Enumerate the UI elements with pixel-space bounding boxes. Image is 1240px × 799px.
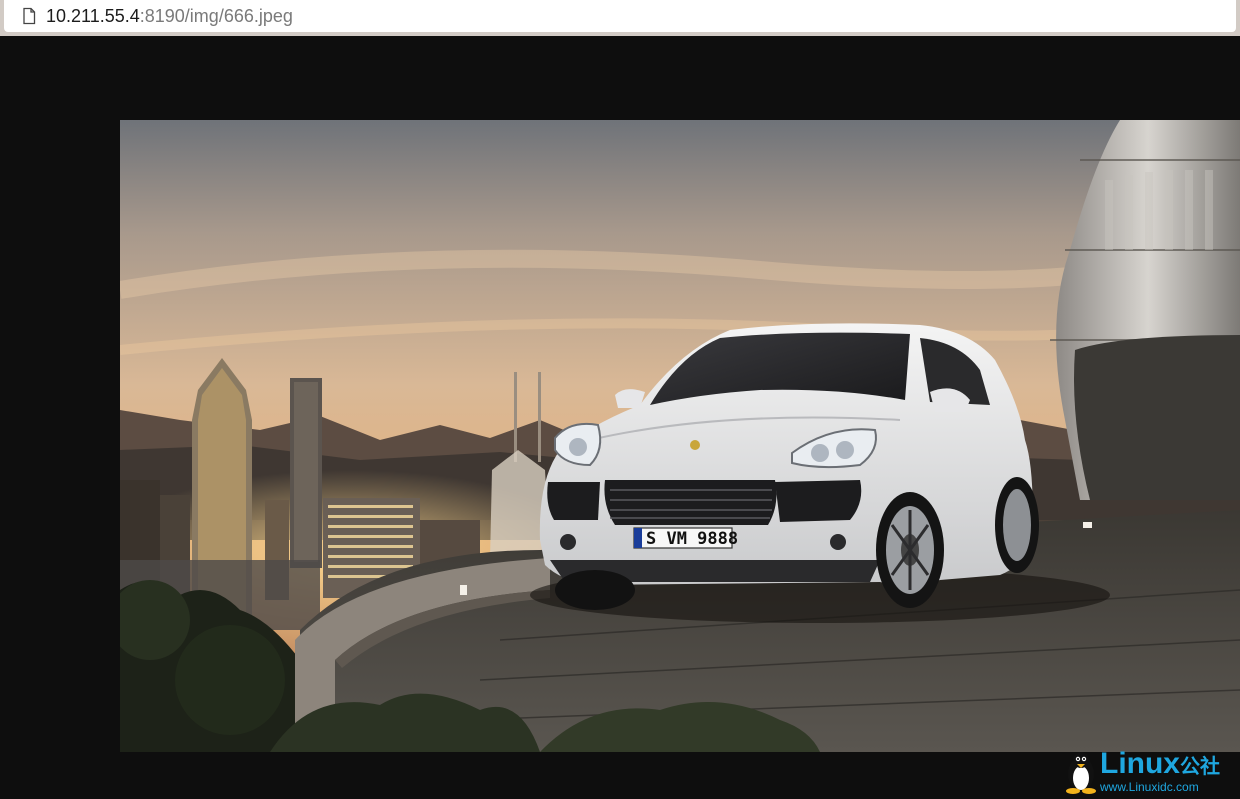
displayed-image[interactable]: S VM 9888	[120, 120, 1240, 752]
watermark-brand: Linux公社	[1100, 748, 1220, 783]
watermark-url: www.Linuxidc.com	[1100, 780, 1199, 794]
watermark: Linux公社 www.Linuxidc.com	[1062, 748, 1240, 797]
browser-toolbar: 10.211.55.4:8190/img/666.jpeg	[0, 0, 1240, 36]
license-plate-text: S VM 9888	[646, 529, 738, 549]
url-text[interactable]: 10.211.55.4:8190/img/666.jpeg	[46, 5, 293, 27]
address-bar[interactable]: 10.211.55.4:8190/img/666.jpeg	[4, 0, 1236, 32]
document-icon	[20, 7, 38, 25]
url-host: 10.211.55.4	[46, 6, 140, 26]
penguin-icon	[1064, 750, 1098, 799]
watermark-brand-latin: Linux	[1100, 747, 1180, 780]
watermark-brand-cjk: 公社	[1180, 756, 1220, 778]
url-path: :8190/img/666.jpeg	[139, 6, 293, 26]
